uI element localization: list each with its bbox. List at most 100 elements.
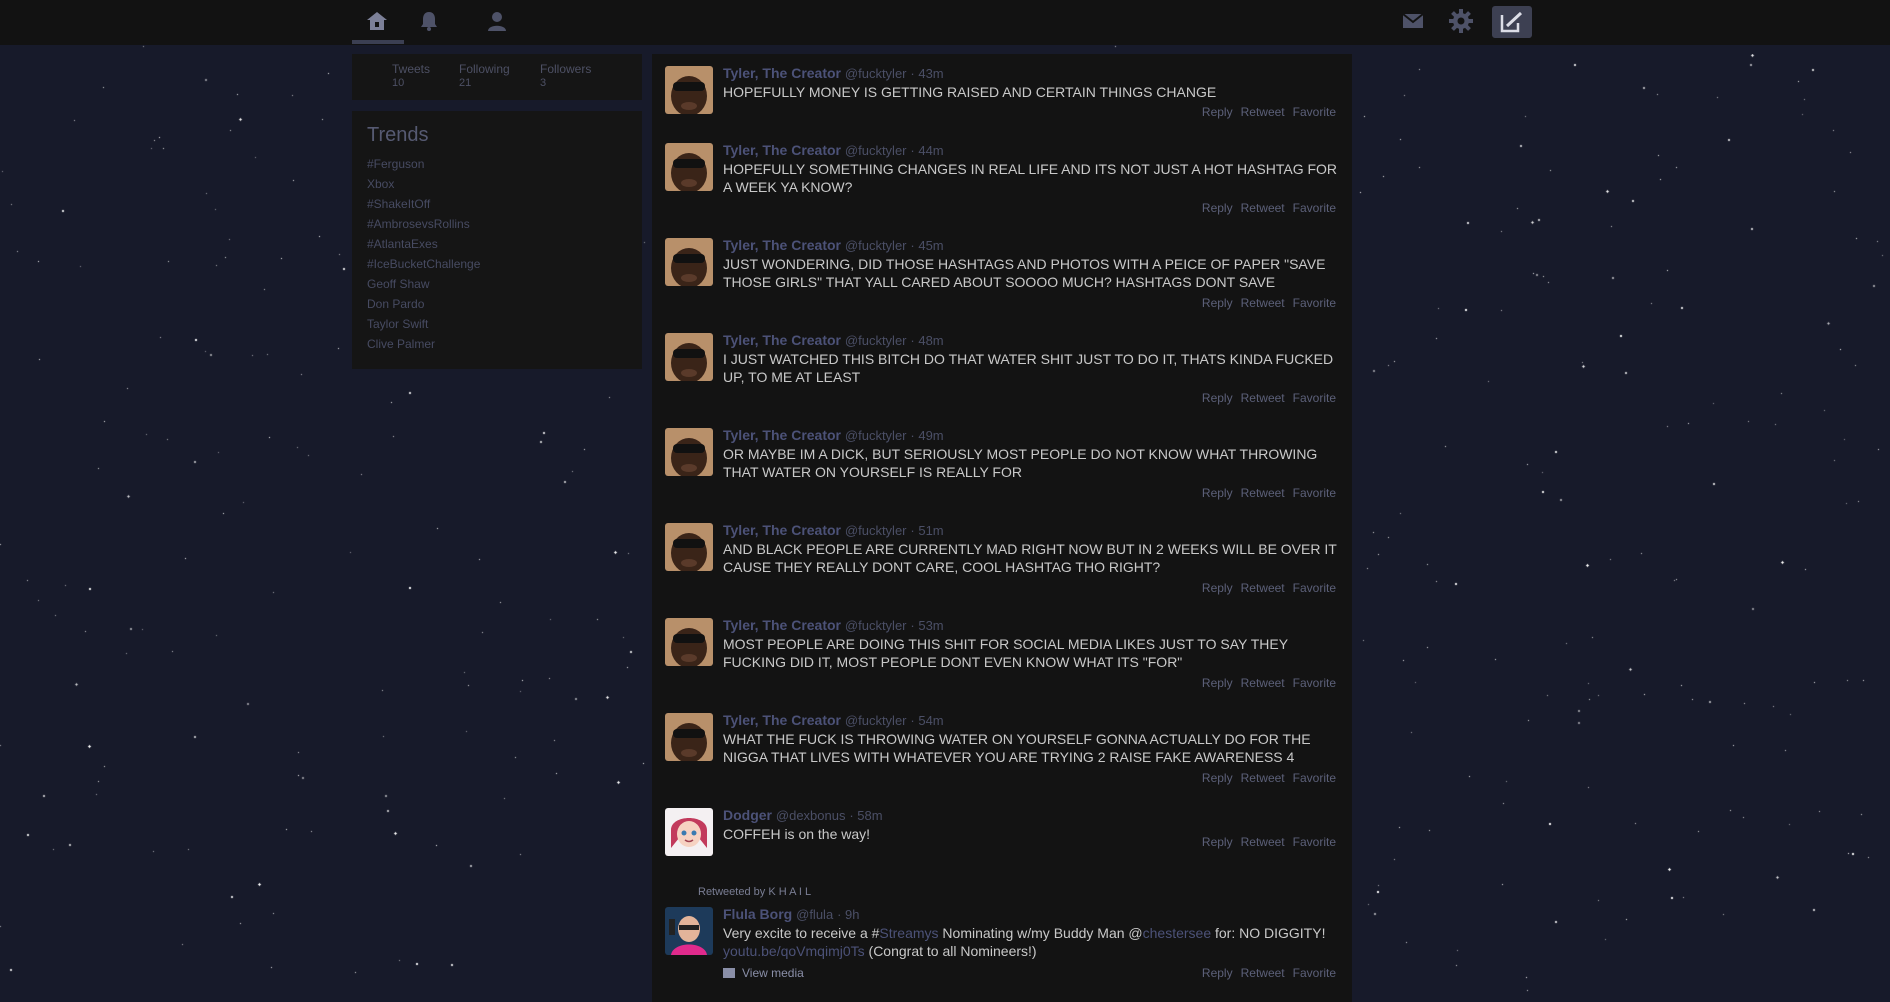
tweet-author-name[interactable]: Tyler, The Creator [723, 142, 841, 158]
tweet-author-name[interactable]: Tyler, The Creator [723, 427, 841, 443]
trend-item[interactable]: Clive Palmer [367, 337, 435, 351]
gear-icon[interactable] [1447, 9, 1475, 33]
reply-button[interactable]: Reply [1202, 676, 1233, 690]
trend-item[interactable]: #Ferguson [367, 157, 424, 171]
trend-item[interactable]: Don Pardo [367, 297, 424, 311]
stat-tweets[interactable]: Tweets 10 [392, 62, 430, 90]
tweet-time[interactable]: · 51m [910, 523, 943, 538]
retweet-button[interactable]: Retweet [1241, 581, 1285, 595]
tweet-handle[interactable]: @fucktyler [845, 618, 907, 633]
favorite-button[interactable]: Favorite [1293, 835, 1336, 849]
avatar[interactable] [665, 66, 713, 114]
tweet: Tyler, The Creator @fucktyler · 48m I JU… [652, 321, 1352, 416]
retweet-button[interactable]: Retweet [1241, 771, 1285, 785]
trend-item[interactable]: #AtlantaExes [367, 237, 438, 251]
tweet-time[interactable]: · 44m [910, 143, 943, 158]
stat-following[interactable]: Following 21 [459, 62, 510, 90]
favorite-button[interactable]: Favorite [1293, 105, 1336, 119]
retweet-button[interactable]: Retweet [1241, 835, 1285, 849]
tweet-author-name[interactable]: Tyler, The Creator [723, 712, 841, 728]
tweet-text: OR MAYBE IM A DICK, BUT SERIOUSLY MOST P… [723, 446, 1318, 480]
reply-button[interactable]: Reply [1202, 581, 1233, 595]
tweet-time[interactable]: · 9h [837, 907, 859, 922]
avatar[interactable] [665, 713, 713, 761]
favorite-button[interactable]: Favorite [1293, 391, 1336, 405]
tweet-time[interactable]: · 53m [910, 618, 943, 633]
tweet-time[interactable]: · 45m [910, 238, 943, 253]
favorite-button[interactable]: Favorite [1293, 581, 1336, 595]
avatar[interactable] [665, 907, 713, 955]
avatar[interactable] [665, 618, 713, 666]
tweet-time[interactable]: · 54m [910, 713, 943, 728]
reply-button[interactable]: Reply [1202, 296, 1233, 310]
reply-button[interactable]: Reply [1202, 105, 1233, 119]
tweet-author-name[interactable]: Flula Borg [723, 906, 792, 922]
tweet-handle[interactable]: @fucktyler [845, 713, 907, 728]
favorite-button[interactable]: Favorite [1293, 201, 1336, 215]
reply-button[interactable]: Reply [1202, 201, 1233, 215]
bell-icon[interactable] [415, 9, 443, 33]
reply-button[interactable]: Reply [1202, 771, 1233, 785]
retweet-button[interactable]: Retweet [1241, 296, 1285, 310]
tweet-author-name[interactable]: Tyler, The Creator [723, 332, 841, 348]
avatar[interactable] [665, 333, 713, 381]
favorite-button[interactable]: Favorite [1293, 676, 1336, 690]
view-media-link[interactable]: View media [723, 966, 804, 980]
trend-item[interactable]: #AmbrosevsRollins [367, 217, 470, 231]
hashtag-link[interactable]: Streamys [879, 925, 938, 941]
avatar[interactable] [665, 143, 713, 191]
url-link[interactable]: youtu.be/qoVmqimj0Ts [723, 943, 865, 959]
tweet-text: Very excite to receive a #Streamys Nomin… [723, 924, 1343, 960]
reply-button[interactable]: Reply [1202, 835, 1233, 849]
tweet-handle[interactable]: @fucktyler [845, 238, 907, 253]
compose-tweet-button[interactable] [1492, 6, 1532, 38]
person-icon[interactable] [483, 9, 511, 33]
retweet-button[interactable]: Retweet [1241, 966, 1285, 980]
reply-button[interactable]: Reply [1202, 486, 1233, 500]
retweet-button[interactable]: Retweet [1241, 105, 1285, 119]
stat-followers[interactable]: Followers 3 [540, 62, 591, 90]
tweet-handle[interactable]: @fucktyler [845, 143, 907, 158]
tweet-author-name[interactable]: Tyler, The Creator [723, 522, 841, 538]
envelope-icon[interactable] [1399, 9, 1427, 33]
favorite-button[interactable]: Favorite [1293, 296, 1336, 310]
tweet-handle[interactable]: @flula [796, 907, 833, 922]
tweet-handle[interactable]: @dexbonus [776, 808, 846, 823]
favorite-button[interactable]: Favorite [1293, 486, 1336, 500]
tweet-time[interactable]: · 49m [910, 428, 943, 443]
favorite-button[interactable]: Favorite [1293, 966, 1336, 980]
trend-item[interactable]: #IceBucketChallenge [367, 257, 480, 271]
tweet-handle[interactable]: @fucktyler [845, 428, 907, 443]
retweet-button[interactable]: Retweet [1241, 201, 1285, 215]
tweet-author-name[interactable]: Tyler, The Creator [723, 237, 841, 253]
reply-button[interactable]: Reply [1202, 966, 1233, 980]
reply-button[interactable]: Reply [1202, 391, 1233, 405]
trend-item[interactable]: #ShakeItOff [367, 197, 430, 211]
avatar[interactable] [665, 523, 713, 571]
home-icon[interactable] [363, 9, 391, 33]
tweet-handle[interactable]: @fucktyler [845, 333, 907, 348]
trend-item[interactable]: Taylor Swift [367, 317, 428, 331]
trend-item[interactable]: Xbox [367, 177, 394, 191]
tweet-author-name[interactable]: Dodger [723, 807, 772, 823]
avatar[interactable] [665, 238, 713, 286]
tweet-header: Tyler, The Creator @fucktyler · 43m [723, 65, 944, 81]
retweet-button[interactable]: Retweet [1241, 391, 1285, 405]
tweet-time[interactable]: · 43m [910, 66, 943, 81]
avatar[interactable] [665, 428, 713, 476]
tweet-header: Tyler, The Creator @fucktyler · 45m [723, 237, 944, 253]
avatar[interactable] [665, 808, 713, 856]
tweet-handle[interactable]: @fucktyler [845, 66, 907, 81]
retweet-button[interactable]: Retweet [1241, 486, 1285, 500]
mention-link[interactable]: chestersee [1143, 925, 1211, 941]
tweet-time[interactable]: · 58m [849, 808, 882, 823]
retweet-button[interactable]: Retweet [1241, 676, 1285, 690]
favorite-button[interactable]: Favorite [1293, 771, 1336, 785]
tweet-handle[interactable]: @fucktyler [845, 523, 907, 538]
tweet-time[interactable]: · 48m [910, 333, 943, 348]
trend-item[interactable]: Geoff Shaw [367, 277, 429, 291]
retweeted-by-label[interactable]: Retweeted by K H A I L [698, 886, 811, 898]
compose-icon [1500, 11, 1523, 33]
tweet-author-name[interactable]: Tyler, The Creator [723, 617, 841, 633]
tweet-author-name[interactable]: Tyler, The Creator [723, 65, 841, 81]
